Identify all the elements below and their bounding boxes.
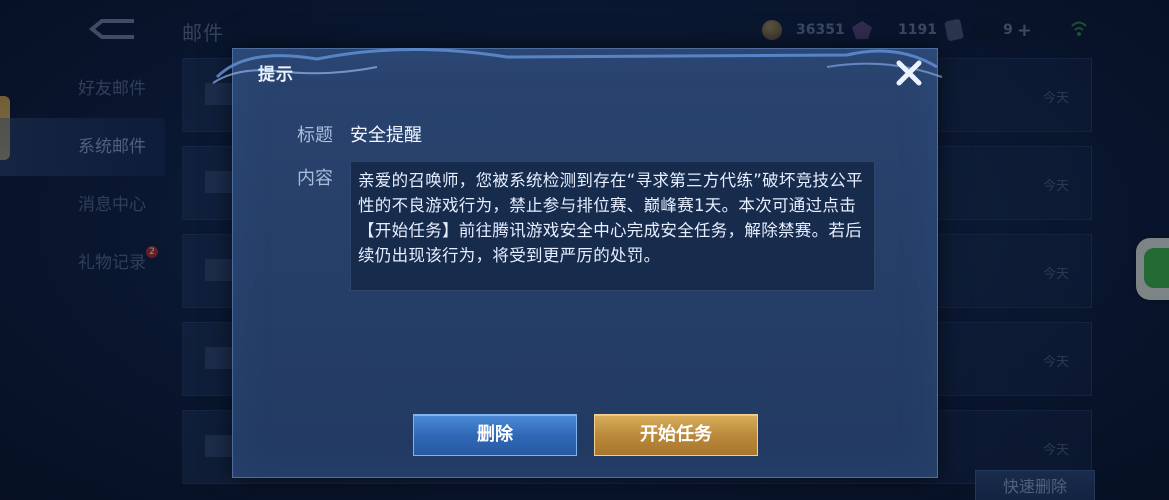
dialog-title: 提示 — [258, 65, 294, 85]
content-label: 内容 — [297, 168, 333, 189]
delete-button-label: 删除 — [477, 424, 513, 445]
content-box: 亲爱的召唤师，您被系统检测到存在“寻求第三方代练”破坏竞技公平性的不良游戏行为，… — [350, 161, 875, 291]
start-task-button[interactable]: 开始任务 — [594, 414, 758, 456]
dialog-header: 提示 — [212, 48, 943, 95]
security-notice-dialog: 提示 标题 安全提醒 内容 亲爱的召唤师，您被系统检测到存在“寻求第三方代练”破… — [212, 48, 943, 478]
content-text: 亲爱的召唤师，您被系统检测到存在“寻求第三方代练”破坏竞技公平性的不良游戏行为，… — [358, 171, 863, 265]
header-decoration-icon — [212, 48, 943, 84]
start-task-button-label: 开始任务 — [640, 424, 712, 445]
close-icon[interactable] — [891, 55, 927, 91]
subject-label: 标题 — [297, 125, 333, 146]
delete-button[interactable]: 删除 — [413, 414, 577, 456]
subject-value: 安全提醒 — [350, 125, 422, 146]
